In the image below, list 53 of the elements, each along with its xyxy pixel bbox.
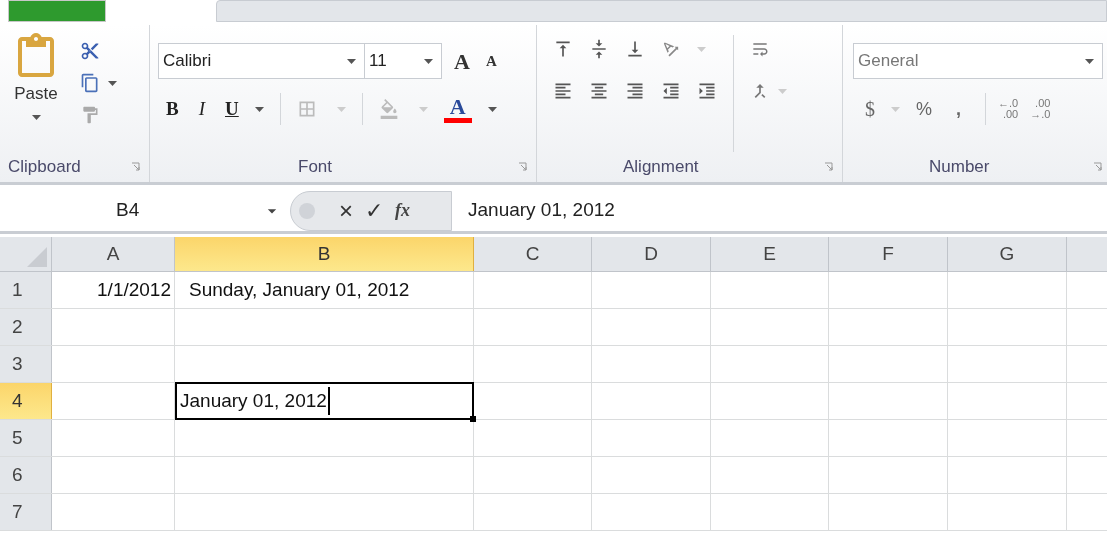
- row-header[interactable]: 2: [0, 309, 52, 345]
- row-header[interactable]: 3: [0, 346, 52, 382]
- row-header[interactable]: 1: [0, 272, 52, 308]
- group-label: Number: [929, 156, 990, 179]
- column-header[interactable]: A: [52, 237, 175, 271]
- currency-button[interactable]: $: [865, 94, 875, 124]
- row-header[interactable]: 6: [0, 457, 52, 493]
- column-header[interactable]: C: [474, 237, 592, 271]
- dropdown-arrow-icon[interactable]: [487, 106, 497, 112]
- row-header[interactable]: 4: [0, 383, 52, 419]
- dropdown-arrow-icon: [31, 114, 41, 120]
- name-box[interactable]: B4: [0, 190, 290, 231]
- fill-handle-icon[interactable]: [470, 416, 476, 422]
- column-header[interactable]: B: [175, 237, 474, 271]
- dialog-launcher-icon[interactable]: [1093, 162, 1103, 172]
- row-header[interactable]: 5: [0, 420, 52, 456]
- spreadsheet-cell[interactable]: 1/1/2012: [52, 272, 175, 308]
- file-tab[interactable]: [8, 0, 106, 22]
- column-header[interactable]: G: [948, 237, 1067, 271]
- decimal-button[interactable]: ←.0 .00: [998, 98, 1019, 120]
- dialog-launcher-icon[interactable]: [131, 162, 141, 172]
- formula-field[interactable]: January 01, 2012: [452, 190, 1107, 231]
- bold-button[interactable]: B: [166, 94, 179, 124]
- group-label: Alignment: [623, 156, 699, 179]
- decimal-button[interactable]: .00 →.0: [1030, 98, 1051, 120]
- column-header[interactable]: D: [592, 237, 711, 271]
- insert-function-button[interactable]: fx: [395, 197, 410, 224]
- enter-button[interactable]: ✓: [365, 194, 383, 227]
- underline-button[interactable]: U: [225, 94, 239, 124]
- number-format-field[interactable]: General: [853, 43, 1103, 79]
- dialog-launcher-icon[interactable]: [824, 162, 834, 172]
- dropdown-arrow-icon[interactable]: [1085, 58, 1094, 64]
- select-all-corner[interactable]: [0, 237, 52, 271]
- cancel-button[interactable]: ×: [339, 192, 353, 229]
- column-header[interactable]: [1067, 237, 1107, 271]
- shrink-font-button[interactable]: A: [481, 49, 501, 73]
- triangle-icon: [27, 247, 47, 267]
- comma-button[interactable]: ,: [944, 95, 974, 123]
- column-header[interactable]: F: [829, 237, 948, 271]
- grow-font-button[interactable]: A: [450, 44, 474, 78]
- active-cell[interactable]: January 01, 2012: [175, 382, 474, 420]
- italic-button[interactable]: I: [190, 94, 213, 124]
- row-header[interactable]: 7: [0, 494, 52, 530]
- group-label: Font: [298, 156, 333, 179]
- percent-button[interactable]: %: [916, 95, 932, 123]
- group-label: Clipboard: [8, 156, 81, 179]
- dropdown-arrow-icon[interactable]: [254, 106, 264, 112]
- font-color-button[interactable]: A: [443, 95, 472, 123]
- dialog-launcher-icon[interactable]: [518, 162, 528, 172]
- dropdown-arrow-icon[interactable]: [108, 80, 117, 86]
- paste-button[interactable]: Paste: [12, 33, 60, 152]
- column-header[interactable]: E: [711, 237, 829, 271]
- spreadsheet-cell[interactable]: Sunday, January 01, 2012: [175, 272, 474, 308]
